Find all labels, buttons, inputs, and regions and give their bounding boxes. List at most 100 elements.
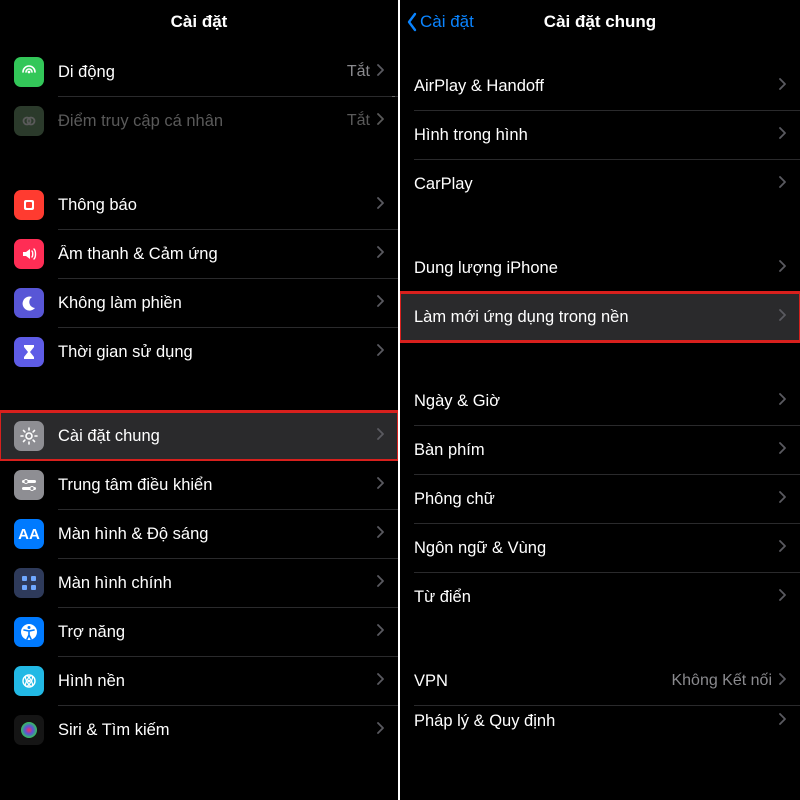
siri-icon (14, 715, 44, 745)
chevron-right-icon (376, 112, 384, 131)
chevron-right-icon (778, 490, 786, 509)
chevron-right-icon (376, 476, 384, 495)
header: Cài đặt (0, 0, 398, 44)
hourglass-icon (14, 337, 44, 367)
chevron-right-icon (376, 63, 384, 82)
chevron-right-icon (376, 427, 384, 446)
chevron-right-icon (778, 77, 786, 96)
general-list: AirPlay & Handoff Hình trong hình CarPlay D… (400, 62, 800, 736)
general-row-ph-ng-ch-[interactable]: Phông chữ (400, 475, 800, 523)
row-value: Tắt (347, 112, 370, 130)
switches-icon (14, 470, 44, 500)
accessibility-icon (14, 617, 44, 647)
row-label: Ngôn ngữ & Vùng (414, 539, 778, 558)
speaker-icon (14, 239, 44, 269)
page-title: Cài đặt (171, 12, 228, 32)
back-button[interactable]: Cài đặt (406, 0, 474, 44)
general-row-ph-p-l-quy-nh[interactable]: Pháp lý & Quy định (400, 706, 800, 736)
general-row-airplay-handoff[interactable]: AirPlay & Handoff (400, 62, 800, 110)
section-gap (400, 621, 800, 657)
chevron-right-icon (376, 294, 384, 313)
chevron-right-icon (376, 196, 384, 215)
gear-icon (14, 421, 44, 451)
settings-row-siri-t-m-ki-m[interactable]: Siri & Tìm kiếm (0, 706, 398, 754)
settings-row-kh-ng-l-m-phi-n[interactable]: Không làm phiền (0, 279, 398, 327)
row-label: Ngày & Giờ (414, 392, 778, 411)
settings-row-m-n-h-nh-s-ng[interactable]: AA Màn hình & Độ sáng (0, 510, 398, 558)
row-label: VPN (414, 672, 671, 691)
row-label: Thông báo (58, 196, 376, 215)
settings-row-th-ng-b-o[interactable]: Thông báo (0, 181, 398, 229)
row-label: Làm mới ứng dụng trong nền (414, 308, 778, 327)
settings-row--i-m-truy-c-p-c-nh-n[interactable]: Điểm truy cập cá nhânTắt (0, 97, 398, 145)
section-gap (0, 145, 398, 181)
row-label: Màn hình chính (58, 574, 376, 593)
chevron-right-icon (778, 672, 786, 691)
row-label: Pháp lý & Quy định (414, 712, 778, 731)
general-row-vpn[interactable]: VPNKhông Kết nối (400, 657, 800, 705)
row-label: Phông chữ (414, 490, 778, 509)
header: Cài đặt Cài đặt chung (400, 0, 800, 44)
row-value: Tắt (347, 63, 370, 81)
chevron-right-icon (778, 588, 786, 607)
row-label: Dung lượng iPhone (414, 259, 778, 278)
chevron-right-icon (376, 525, 384, 544)
row-label: Trung tâm điều khiển (58, 476, 376, 495)
chevron-right-icon (778, 126, 786, 145)
chevron-right-icon (778, 308, 786, 327)
section-gap (400, 341, 800, 377)
moon-icon (14, 288, 44, 318)
general-row-ng-y-gi-[interactable]: Ngày & Giờ (400, 377, 800, 425)
chevron-right-icon (376, 623, 384, 642)
row-label: AirPlay & Handoff (414, 77, 778, 96)
chevron-right-icon (376, 672, 384, 691)
cellular-icon (14, 57, 44, 87)
row-label: Không làm phiền (58, 294, 376, 313)
settings-row-c-i-t-chung[interactable]: Cài đặt chung (0, 412, 398, 460)
chevron-right-icon (778, 539, 786, 558)
general-row-carplay[interactable]: CarPlay (400, 160, 800, 208)
settings-root-pane: Cài đặt Di độngTắtĐiểm truy cập cá nhânT… (0, 0, 400, 800)
settings-row-di-ng[interactable]: Di độngTắt (0, 48, 398, 96)
chevron-right-icon (778, 392, 786, 411)
row-label: Màn hình & Độ sáng (58, 525, 376, 544)
display-icon: AA (14, 519, 44, 549)
settings-row-trung-t-m-i-u-khi-n[interactable]: Trung tâm điều khiển (0, 461, 398, 509)
settings-row-m-n-h-nh-ch-nh[interactable]: Màn hình chính (0, 559, 398, 607)
general-row-t-i-n[interactable]: Từ điển (400, 573, 800, 621)
page-title: Cài đặt chung (544, 12, 656, 32)
chevron-right-icon (376, 343, 384, 362)
settings-row-h-nh-n-n[interactable]: Hình nền (0, 657, 398, 705)
row-value: Không Kết nối (671, 672, 772, 690)
row-label: Di động (58, 63, 347, 82)
section-gap (0, 376, 398, 412)
row-label: Hình nền (58, 672, 376, 691)
general-row-l-m-m-i-ng-d-ng-trong-n-n[interactable]: Làm mới ứng dụng trong nền (400, 293, 800, 341)
general-row-h-nh-trong-h-nh[interactable]: Hình trong hình (400, 111, 800, 159)
row-label: Từ điển (414, 588, 778, 607)
hotspot-icon (14, 106, 44, 136)
chevron-right-icon (376, 574, 384, 593)
settings-row-tr-n-ng[interactable]: Trợ năng (0, 608, 398, 656)
chevron-right-icon (778, 259, 786, 278)
row-label: Siri & Tìm kiếm (58, 721, 376, 740)
row-label: Thời gian sử dụng (58, 343, 376, 362)
row-label: Cài đặt chung (58, 427, 376, 446)
general-row-b-n-ph-m[interactable]: Bàn phím (400, 426, 800, 474)
chevron-right-icon (778, 175, 786, 194)
settings-list: Di độngTắtĐiểm truy cập cá nhânTắtThông … (0, 48, 398, 754)
chevron-right-icon (376, 245, 384, 264)
back-label: Cài đặt (420, 12, 474, 32)
row-label: Trợ năng (58, 623, 376, 642)
row-label: CarPlay (414, 175, 778, 194)
settings-row-th-i-gian-s-d-ng[interactable]: Thời gian sử dụng (0, 328, 398, 376)
general-row-dung-l-ng-iphone[interactable]: Dung lượng iPhone (400, 244, 800, 292)
settings-row--m-thanh-c-m-ng[interactable]: Âm thanh & Cảm ứng (0, 230, 398, 278)
chevron-right-icon (778, 441, 786, 460)
bell-icon (14, 190, 44, 220)
home-icon (14, 568, 44, 598)
row-label: Hình trong hình (414, 126, 778, 145)
section-gap (400, 208, 800, 244)
chevron-left-icon (406, 12, 418, 32)
general-row-ng-n-ng-v-ng[interactable]: Ngôn ngữ & Vùng (400, 524, 800, 572)
